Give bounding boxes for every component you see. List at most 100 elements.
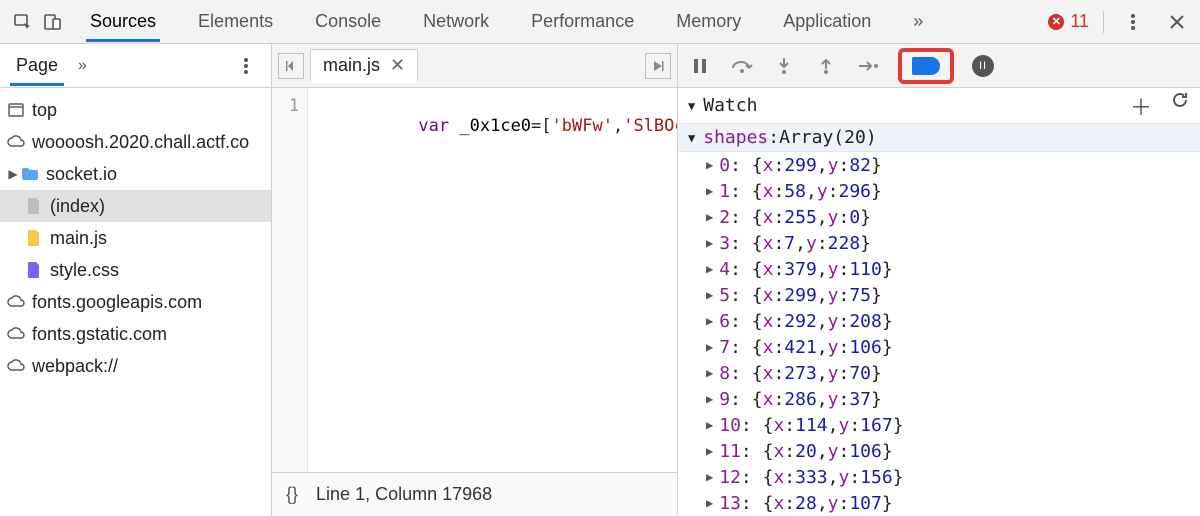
tree-domain[interactable]: fonts.gstatic.com [0, 318, 271, 350]
watch-array-item[interactable]: ▶12: {x: 333, y: 156} [678, 464, 1200, 490]
watch-key: shapes [703, 127, 768, 148]
sidebar-tab-page[interactable]: Page [10, 45, 64, 86]
pause-script-icon[interactable] [688, 54, 712, 78]
item-index: 11 [719, 441, 741, 462]
tab-network[interactable]: Network [419, 2, 493, 42]
deactivate-breakpoints-icon[interactable] [912, 57, 940, 75]
item-index: 1 [719, 181, 730, 202]
tab-sources[interactable]: Sources [86, 2, 160, 42]
tab-memory[interactable]: Memory [672, 2, 745, 42]
item-index: 6 [719, 311, 730, 332]
inspect-element-icon[interactable] [8, 7, 38, 37]
item-index: 13 [719, 493, 741, 514]
tree-file[interactable]: style.css [0, 254, 271, 286]
cloud-icon [6, 359, 26, 373]
device-toolbar-icon[interactable] [38, 7, 68, 37]
watch-array-item[interactable]: ▶10: {x: 114, y: 167} [678, 412, 1200, 438]
sources-sidebar: Page » top woooosh.2020.chall. [0, 44, 272, 516]
run-snippet-icon[interactable] [645, 53, 671, 79]
caret-right-icon: ▶ [706, 158, 713, 172]
close-devtools-icon[interactable] [1162, 7, 1192, 37]
tree-label: fonts.gstatic.com [32, 324, 167, 345]
tree-label: style.css [50, 260, 119, 281]
add-watch-icon[interactable]: ＋ [1130, 90, 1152, 122]
tree-file[interactable]: (index) [0, 190, 271, 222]
highlighted-deactivate-breakpoints [898, 48, 954, 84]
watch-array-item[interactable]: ▶0: {x: 299, y: 82} [678, 152, 1200, 178]
refresh-watch-icon[interactable] [1170, 90, 1190, 122]
file-tab-label: main.js [323, 55, 380, 76]
window-icon [6, 103, 26, 117]
caret-right-icon: ▶ [706, 236, 713, 250]
tree-top[interactable]: top [0, 94, 271, 126]
caret-right-icon: ▶ [706, 444, 713, 458]
tabs-overflow[interactable]: » [909, 2, 927, 42]
caret-right-icon: ▶ [706, 184, 713, 198]
watch-array-item[interactable]: ▶3: {x: 7, y: 228} [678, 230, 1200, 256]
tree-label: top [32, 100, 57, 121]
watch-array-item[interactable]: ▶6: {x: 292, y: 208} [678, 308, 1200, 334]
error-count-badge[interactable]: ✕ 11 [1048, 11, 1089, 32]
watch-array-item[interactable]: ▶5: {x: 299, y: 75} [678, 282, 1200, 308]
file-js-icon [24, 229, 44, 247]
sidebar-tabs-overflow[interactable]: » [78, 57, 87, 75]
tree-domain[interactable]: woooosh.2020.chall.actf.co [0, 126, 271, 158]
watch-expression-shapes[interactable]: ▼ shapes: Array(20) [678, 124, 1200, 152]
watch-array-item[interactable]: ▶7: {x: 421, y: 106} [678, 334, 1200, 360]
caret-right-icon: ▶ [706, 392, 713, 406]
item-index: 10 [719, 415, 741, 436]
editor-column: main.js ✕ 1 var _0x1ce0=['bWFw','SlBOcFY… [272, 44, 678, 516]
caret-right-icon: ▶ [706, 262, 713, 276]
top-bar-right: ✕ 11 [1048, 7, 1192, 37]
tree-file[interactable]: main.js [0, 222, 271, 254]
cloud-icon [6, 135, 26, 149]
tab-application[interactable]: Application [779, 2, 875, 42]
item-index: 8 [719, 363, 730, 384]
watch-array-item[interactable]: ▶2: {x: 255, y: 0} [678, 204, 1200, 230]
main-row: Page » top woooosh.2020.chall. [0, 44, 1200, 516]
tree-domain[interactable]: fonts.googleapis.com [0, 286, 271, 318]
code-body[interactable]: 1 var _0x1ce0=['bWFw','SlBOcFY=','a [272, 88, 677, 472]
step-out-icon[interactable] [814, 54, 838, 78]
file-tab-mainjs[interactable]: main.js ✕ [310, 49, 418, 83]
item-index: 5 [719, 285, 730, 306]
caret-down-icon: ▼ [688, 131, 695, 145]
tab-console[interactable]: Console [311, 2, 385, 42]
tree-domain[interactable]: webpack:// [0, 350, 271, 382]
watch-array-item[interactable]: ▶13: {x: 28, y: 107} [678, 490, 1200, 516]
panel-tabs: Sources Elements Console Network Perform… [86, 2, 1048, 42]
tab-performance[interactable]: Performance [527, 2, 638, 42]
cloud-icon [6, 295, 26, 309]
caret-right-icon: ▶ [706, 210, 713, 224]
tree-label: woooosh.2020.chall.actf.co [32, 132, 249, 153]
step-into-icon[interactable] [772, 54, 796, 78]
caret-right-icon: ▶ [706, 366, 713, 380]
watch-array-item[interactable]: ▶1: {x: 58, y: 296} [678, 178, 1200, 204]
caret-right-icon: ▶ [706, 470, 713, 484]
step-icon[interactable] [856, 54, 880, 78]
sidebar-kebab-icon[interactable] [231, 51, 261, 81]
code-line: var _0x1ce0=['bWFw','SlBOcFY=','a [308, 88, 677, 472]
item-index: 4 [719, 259, 730, 280]
close-tab-icon[interactable]: ✕ [390, 55, 405, 76]
pretty-print-icon[interactable]: {} [286, 484, 298, 505]
watch-array-item[interactable]: ▶11: {x: 20, y: 106} [678, 438, 1200, 464]
step-over-icon[interactable] [730, 54, 754, 78]
error-icon: ✕ [1048, 14, 1064, 30]
watch-header[interactable]: ▼ Watch ＋ [678, 88, 1200, 124]
caret-down-icon: ▼ [688, 99, 695, 113]
tree-label: (index) [50, 196, 105, 217]
cloud-icon [6, 327, 26, 341]
settings-kebab-icon[interactable] [1118, 7, 1148, 37]
watch-actions: ＋ [1130, 90, 1190, 122]
file-nav-prev-icon[interactable] [278, 53, 304, 79]
tab-elements[interactable]: Elements [194, 2, 277, 42]
watch-array-item[interactable]: ▶4: {x: 379, y: 110} [678, 256, 1200, 282]
watch-array-item[interactable]: ▶9: {x: 286, y: 37} [678, 386, 1200, 412]
watch-array-item[interactable]: ▶8: {x: 273, y: 70} [678, 360, 1200, 386]
file-css-icon [24, 261, 44, 279]
pause-on-exceptions-icon[interactable]: II [972, 55, 994, 77]
watch-value: Array(20) [779, 127, 877, 148]
tree-label: webpack:// [32, 356, 118, 377]
tree-folder[interactable]: ▶ socket.io [0, 158, 271, 190]
